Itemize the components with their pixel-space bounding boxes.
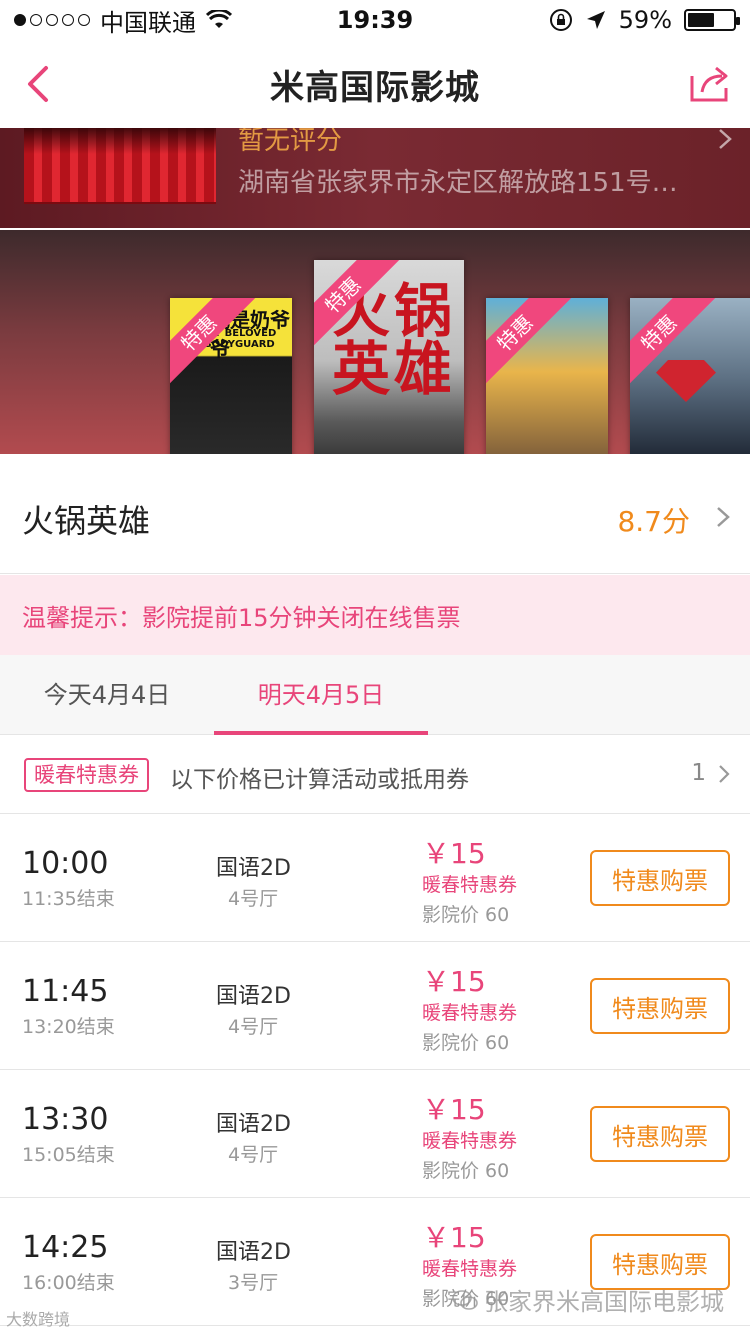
start-time: 11:45 [22,974,109,1009]
status-left: 中国联通 [14,3,232,38]
hall-name: 4号厅 [228,1144,279,1166]
language-format: 国语2D [216,1240,291,1265]
movie-score: 8.7分 [617,505,690,538]
cinema-price: 影院价 60 [422,1160,510,1182]
tip-banner: 温馨提示：影院提前15分钟关闭在线售票 [0,575,750,655]
carrier-name: 中国联通 [100,8,196,37]
cinema-photo [24,128,216,204]
movie-info-row[interactable]: 火锅英雄 8.7分 [0,454,750,574]
discount-ribbon: 特惠 [486,298,572,390]
hall-name: 4号厅 [228,1016,279,1038]
coupon-label: 暖春特惠券 [422,874,518,896]
cinema-address: 湖南省张家界市永定区解放路151号… [238,168,678,198]
chevron-right-icon [719,129,732,149]
hall-name: 4号厅 [228,888,279,910]
language-format: 国语2D [216,1112,291,1137]
chevron-right-icon [717,507,730,527]
movie-poster[interactable]: 特惠 [486,298,608,454]
language-format: 国语2D [216,856,291,881]
watermark-left: 大数跨境 [6,1310,71,1329]
end-time: 16:00结束 [22,1272,115,1294]
discount-price: ￥15 [422,1221,486,1254]
discount-price: ￥15 [422,965,486,998]
movie-poster[interactable]: 我是奶爷爷 MY BELOVED BODYGUARD 特惠 [170,298,292,454]
battery-level-fill [688,13,714,27]
signal-strength-icon [14,14,90,26]
end-time: 15:05结束 [22,1144,115,1166]
start-time: 10:00 [22,846,109,881]
page-title: 米高国际影城 [270,67,480,108]
buy-ticket-button[interactable]: 特惠购票 [590,1106,730,1162]
cinema-price: 影院价 60 [422,1032,510,1054]
discount-price: ￥15 [422,837,486,870]
watermark-right: 张家界米高国际电影城 [452,1282,724,1317]
start-time: 14:25 [22,1230,109,1265]
share-icon[interactable] [688,64,732,104]
movie-poster[interactable]: 特惠 [630,298,750,454]
showtime-row[interactable]: 10:00 11:35结束 国语2D 4号厅 ￥15 暖春特惠券 影院价 60 … [0,814,750,942]
back-arrow-icon[interactable] [18,62,62,106]
nav-bar: 米高国际影城 [0,40,750,128]
showtime-row[interactable]: 13:30 15:05结束 国语2D 4号厅 ￥15 暖春特惠券 影院价 60 … [0,1070,750,1198]
end-time: 11:35结束 [22,888,115,910]
location-arrow-icon [586,11,605,29]
cinema-score: 暂无评分 [238,128,343,156]
rotation-lock-icon [549,9,572,31]
battery-percent: 59% [618,6,672,34]
tip-text: 温馨提示：影院提前15分钟关闭在线售票 [22,603,461,632]
movie-poster-selected[interactable]: 火锅英雄 特惠 [314,260,464,454]
buy-ticket-button[interactable]: 特惠购票 [590,978,730,1034]
tab-tomorrow[interactable]: 明天4月5日 [214,655,428,735]
watermark-text: 张家界米高国际电影城 [484,1288,724,1316]
discount-price: ￥15 [422,1093,486,1126]
buy-ticket-button[interactable]: 特惠购票 [590,850,730,906]
hall-name: 3号厅 [228,1272,279,1294]
coupon-badge: 暖春特惠券 [24,758,149,792]
showtime-list: 10:00 11:35结束 国语2D 4号厅 ￥15 暖春特惠券 影院价 60 … [0,814,750,1326]
language-format: 国语2D [216,984,291,1009]
status-bar: 中国联通 19:39 59% [0,0,750,40]
start-time: 13:30 [22,1102,109,1137]
coupon-label: 暖春特惠券 [422,1130,518,1152]
coupon-text: 以下价格已计算活动或抵用券 [170,767,469,793]
tab-today[interactable]: 今天4月4日 [0,655,214,735]
coupon-label: 暖春特惠券 [422,1258,518,1280]
end-time: 13:20结束 [22,1016,115,1038]
chevron-right-icon [719,765,730,783]
wifi-icon [206,10,232,28]
movie-title: 火锅英雄 [22,502,151,540]
status-right: 59% [549,6,740,34]
coupon-count: 1 [691,760,706,786]
cinema-price: 影院价 60 [422,904,510,926]
cinema-info-banner[interactable]: 暂无评分 湖南省张家界市永定区解放路151号… [0,128,750,228]
date-tabs: 今天4月4日 明天4月5日 [0,655,750,735]
coupon-label: 暖春特惠券 [422,1002,518,1024]
showtime-row[interactable]: 11:45 13:20结束 国语2D 4号厅 ￥15 暖春特惠券 影院价 60 … [0,942,750,1070]
coupon-row[interactable]: 暖春特惠券 以下价格已计算活动或抵用券 1 [0,736,750,814]
movie-poster-carousel[interactable]: 我是奶爷爷 MY BELOVED BODYGUARD 特惠 火锅英雄 特惠 特惠… [0,230,750,454]
wechat-icon [452,1289,478,1310]
poster-logo [656,360,716,402]
battery-icon [684,9,740,31]
